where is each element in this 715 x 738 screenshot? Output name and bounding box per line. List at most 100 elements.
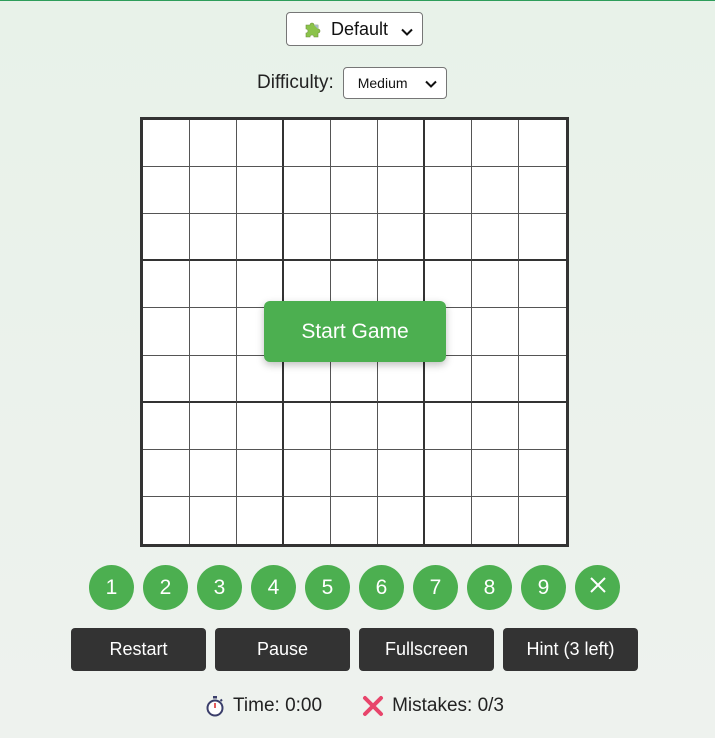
- sudoku-cell[interactable]: [237, 355, 284, 403]
- sudoku-cell[interactable]: [190, 308, 237, 356]
- sudoku-cell[interactable]: [472, 120, 519, 168]
- sudoku-cell[interactable]: [425, 167, 472, 215]
- control-buttons: Restart Pause Fullscreen Hint (3 left): [71, 628, 638, 671]
- sudoku-cell[interactable]: [519, 356, 566, 403]
- sudoku-cell[interactable]: [472, 261, 519, 309]
- sudoku-cell[interactable]: [237, 120, 284, 168]
- sudoku-cell[interactable]: [237, 496, 284, 544]
- number-pad: 123456789: [89, 565, 620, 610]
- stopwatch-icon: [205, 695, 225, 717]
- start-game-button[interactable]: Start Game: [264, 301, 446, 362]
- sudoku-cell[interactable]: [378, 167, 425, 215]
- sudoku-cell[interactable]: [284, 449, 331, 497]
- sudoku-cell[interactable]: [519, 120, 566, 168]
- sudoku-cell[interactable]: [519, 403, 566, 450]
- sudoku-cell[interactable]: [237, 214, 284, 262]
- sudoku-cell[interactable]: [190, 496, 237, 544]
- sudoku-cell[interactable]: [425, 214, 472, 262]
- sudoku-cell[interactable]: [331, 214, 378, 262]
- sudoku-cell[interactable]: [143, 120, 190, 168]
- sudoku-cell[interactable]: [425, 402, 472, 450]
- sudoku-cell[interactable]: [143, 167, 190, 215]
- sudoku-cell[interactable]: [284, 120, 331, 168]
- sudoku-cell[interactable]: [378, 120, 425, 168]
- sudoku-cell[interactable]: [190, 214, 237, 262]
- sudoku-cell[interactable]: [237, 402, 284, 450]
- restart-button[interactable]: Restart: [71, 628, 206, 671]
- status-bar: Time: 0:00 Mistakes: 0/3: [205, 693, 504, 719]
- sudoku-cell[interactable]: [331, 355, 378, 403]
- sudoku-cell[interactable]: [143, 496, 190, 544]
- sudoku-cell[interactable]: [143, 308, 190, 356]
- mistakes-value: Mistakes: 0/3: [392, 695, 504, 716]
- sudoku-cell[interactable]: [331, 167, 378, 215]
- close-icon: [588, 575, 608, 601]
- number-button-3[interactable]: 3: [197, 565, 242, 610]
- sudoku-cell[interactable]: [378, 402, 425, 450]
- sudoku-cell[interactable]: [143, 261, 190, 309]
- hint-button[interactable]: Hint (3 left): [503, 628, 638, 671]
- sudoku-cell[interactable]: [143, 214, 190, 262]
- number-button-8[interactable]: 8: [467, 565, 512, 610]
- sudoku-cell[interactable]: [143, 402, 190, 450]
- time-value: Time: 0:00: [233, 695, 323, 716]
- sudoku-cell[interactable]: [519, 261, 566, 309]
- sudoku-cell[interactable]: [425, 120, 472, 168]
- sudoku-cell[interactable]: [190, 167, 237, 215]
- pause-button[interactable]: Pause: [215, 628, 350, 671]
- sudoku-cell[interactable]: [284, 402, 331, 450]
- sudoku-cell[interactable]: [331, 402, 378, 450]
- difficulty-select[interactable]: Medium: [342, 67, 447, 99]
- sudoku-cell[interactable]: [519, 450, 566, 497]
- sudoku-cell[interactable]: [331, 496, 378, 544]
- number-button-5[interactable]: 5: [305, 565, 350, 610]
- sudoku-cell[interactable]: [519, 497, 566, 544]
- number-button-1[interactable]: 1: [89, 565, 134, 610]
- sudoku-cell[interactable]: [190, 449, 237, 497]
- chevron-down-icon: [400, 23, 414, 44]
- sudoku-cell[interactable]: [472, 167, 519, 215]
- number-button-9[interactable]: 9: [521, 565, 566, 610]
- sudoku-cell[interactable]: [519, 308, 566, 356]
- difficulty-select-value: Medium: [357, 75, 408, 91]
- sudoku-cell[interactable]: [472, 496, 519, 544]
- sudoku-cell[interactable]: [472, 402, 519, 450]
- number-button-6[interactable]: 6: [359, 565, 404, 610]
- sudoku-cell[interactable]: [331, 120, 378, 168]
- sudoku-cell[interactable]: [472, 214, 519, 262]
- sudoku-cell[interactable]: [190, 355, 237, 403]
- sudoku-cell[interactable]: [190, 402, 237, 450]
- difficulty-row: Difficulty: Medium: [257, 67, 447, 99]
- sudoku-cell[interactable]: [331, 449, 378, 497]
- sudoku-cell[interactable]: [237, 449, 284, 497]
- sudoku-cell[interactable]: [284, 355, 331, 403]
- sudoku-cell[interactable]: [425, 449, 472, 497]
- sudoku-cell[interactable]: [284, 496, 331, 544]
- sudoku-cell[interactable]: [143, 355, 190, 403]
- sudoku-cell[interactable]: [143, 449, 190, 497]
- sudoku-cell[interactable]: [472, 449, 519, 497]
- sudoku-cell[interactable]: [190, 120, 237, 168]
- fullscreen-button[interactable]: Fullscreen: [359, 628, 494, 671]
- sudoku-cell[interactable]: [378, 355, 425, 403]
- sudoku-cell[interactable]: [190, 261, 237, 309]
- number-button-4[interactable]: 4: [251, 565, 296, 610]
- sudoku-cell[interactable]: [378, 214, 425, 262]
- sudoku-cell[interactable]: [425, 355, 472, 403]
- number-button-2[interactable]: 2: [143, 565, 188, 610]
- sudoku-cell[interactable]: [237, 167, 284, 215]
- sudoku-cell[interactable]: [378, 449, 425, 497]
- theme-select-value: Default: [331, 18, 389, 39]
- number-button-7[interactable]: 7: [413, 565, 458, 610]
- chevron-down-icon: [424, 77, 438, 94]
- sudoku-cell[interactable]: [284, 214, 331, 262]
- sudoku-cell[interactable]: [519, 214, 566, 262]
- theme-select[interactable]: Default: [286, 12, 423, 46]
- sudoku-cell[interactable]: [425, 496, 472, 544]
- sudoku-cell[interactable]: [519, 167, 566, 215]
- sudoku-cell[interactable]: [284, 167, 331, 215]
- sudoku-cell[interactable]: [378, 496, 425, 544]
- sudoku-cell[interactable]: [472, 355, 519, 403]
- erase-button[interactable]: [575, 565, 620, 610]
- sudoku-cell[interactable]: [472, 308, 519, 356]
